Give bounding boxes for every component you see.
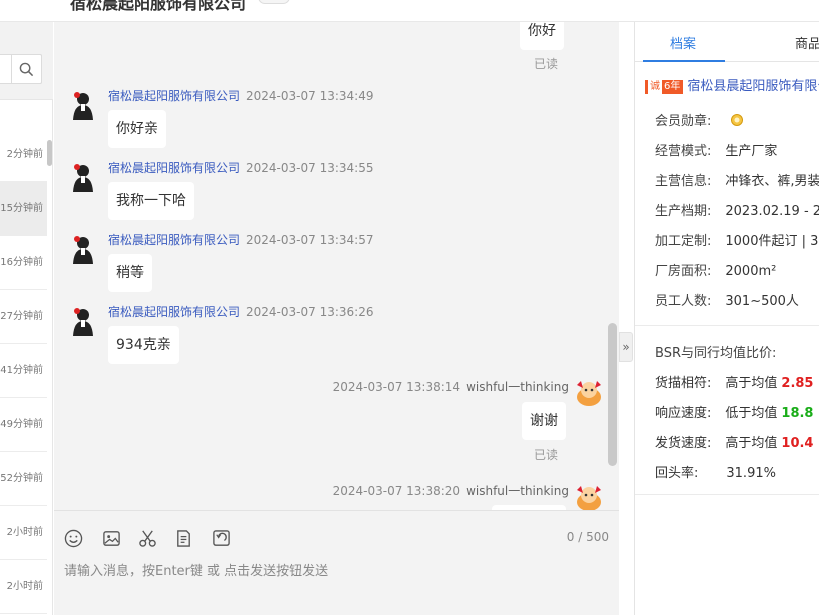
tab-profile[interactable]: 档案 (670, 33, 696, 52)
title-bar: 宿松晨起阳服饰有限公司 (0, 0, 819, 22)
info-row: 员工人数: 301~500人 (655, 294, 799, 309)
list-item[interactable]: 41分钟前 (0, 344, 47, 398)
order-button[interactable] (172, 527, 194, 549)
message-bubble: 稍等 (108, 254, 152, 292)
message-sender: 2024-03-07 13:38:20 wishful一thinking (332, 484, 569, 498)
read-status: 已读 (534, 57, 559, 71)
avatar (73, 308, 93, 336)
active-tab-indicator (643, 60, 725, 62)
message-input-area: 0 / 500 请输入消息，按Enter键 或 点击发送按钮发送 (54, 510, 619, 615)
conversation-sidebar: 2分钟前 15分钟前 16分钟前 27分钟前 41分钟前 49分钟前 52分钟前… (0, 22, 53, 615)
conversation-time: 2小时前 (6, 581, 43, 592)
shop-header: 诚6年宿松县晨起阳服饰有限公司 (645, 75, 819, 94)
info-row: 经营模式: 生产厂家 (655, 144, 778, 159)
list-item[interactable]: 2小时前 (0, 506, 47, 560)
info-row: 生产档期: 2023.02.19 - 2 (655, 204, 819, 219)
bsr-row: 回头率: 31.91% (655, 466, 776, 481)
message-sender: 宿松晨起阳服饰有限公司 2024-03-07 13:34:57 (108, 233, 374, 247)
info-row: 加工定制: 1000件起订 | 3 (655, 234, 819, 249)
divider (635, 494, 819, 495)
info-row: 厂房面积: 2000m² (655, 264, 777, 279)
chat-scrollbar[interactable] (608, 323, 617, 466)
screenshot-button[interactable] (136, 527, 158, 549)
medal-icon (730, 114, 744, 129)
avatar (577, 381, 601, 406)
title-badge[interactable] (258, 0, 290, 4)
list-item[interactable]: 49分钟前 (0, 398, 47, 452)
read-status: 已读 (534, 448, 559, 462)
conversation-time: 15分钟前 (0, 203, 43, 214)
message-area: 你好 已读 宿松晨起阳服饰有限公司 2024-03-07 13:34:49 你好亲… (54, 22, 619, 510)
chat-panel: 你好 已读 宿松晨起阳服饰有限公司 2024-03-07 13:34:49 你好亲… (54, 22, 619, 615)
char-counter: 0 / 500 (566, 530, 609, 544)
message-bubble: 你好亲 (108, 110, 166, 148)
collapse-panel-button[interactable]: » (619, 332, 633, 362)
recall-icon (212, 529, 230, 546)
search-row (0, 22, 53, 100)
list-item[interactable]: 16分钟前 (0, 236, 47, 290)
message-bubble: 我称一下哈 (108, 182, 194, 220)
bsr-row: 货描相符: 高于均值 2.85 (655, 376, 814, 391)
avatar (73, 92, 93, 120)
conversation-time: 16分钟前 (0, 257, 43, 268)
avatar (73, 164, 93, 192)
order-icon (176, 529, 190, 547)
conversation-time: 2小时前 (6, 527, 43, 538)
sidebar-scrollbar[interactable] (47, 140, 52, 166)
divider (635, 325, 819, 326)
emoji-button[interactable] (62, 527, 84, 549)
profile-tabs: 档案 商品 (635, 22, 819, 62)
avatar (73, 236, 93, 264)
list-item[interactable]: 15分钟前 (0, 182, 47, 236)
shop-name[interactable]: 宿松县晨起阳服饰有限公司 (687, 79, 819, 94)
message-sender: 2024-03-07 13:38:14 wishful一thinking (332, 380, 569, 394)
info-member-medal: 会员勋章: (655, 110, 744, 129)
bsr-row: 发货速度: 高于均值 10.4 (655, 436, 814, 451)
avatar (577, 486, 601, 510)
bsr-title: BSR与同行均值比价: (655, 346, 777, 361)
emoji-icon (64, 529, 82, 547)
search-icon (19, 62, 34, 76)
list-item[interactable]: 2分钟前 (0, 128, 47, 182)
message-bubble: 934克亲 (108, 326, 179, 364)
shop-profile-panel: 档案 商品 诚6年宿松县晨起阳服饰有限公司 会员勋章: 经营模式:生产厂家 主营… (634, 22, 819, 615)
years-badge: 诚 6年 (645, 80, 684, 94)
scissors-icon (138, 530, 156, 547)
list-item[interactable]: 27分钟前 (0, 290, 47, 344)
chevron-double-right-icon: » (622, 340, 630, 354)
message-bubble: 你好 (520, 22, 564, 50)
image-button[interactable] (100, 527, 122, 549)
conversation-time: 49分钟前 (0, 419, 43, 430)
message-sender: 宿松晨起阳服饰有限公司 2024-03-07 13:34:49 (108, 89, 374, 103)
tab-products[interactable]: 商品 (795, 33, 819, 52)
message-bubble: 谢谢 (522, 402, 566, 440)
conversation-time: 41分钟前 (0, 365, 43, 376)
conversation-time: 2分钟前 (6, 149, 43, 160)
message-sender: 宿松晨起阳服饰有限公司 2024-03-07 13:36:26 (108, 305, 374, 319)
search-button[interactable] (11, 54, 42, 84)
message-sender: 宿松晨起阳服饰有限公司 2024-03-07 13:34:55 (108, 161, 374, 175)
chat-window: 宿松晨起阳服饰有限公司 2分钟前 15分钟前 16分钟前 27分钟前 41分钟前… (0, 0, 819, 615)
list-item[interactable]: 52分钟前 (0, 452, 47, 506)
conversation-list: 2分钟前 15分钟前 16分钟前 27分钟前 41分钟前 49分钟前 52分钟前… (0, 128, 53, 614)
list-item[interactable]: 2小时前 (0, 560, 47, 614)
info-row: 主营信息: 冲锋衣、裤,男装 (655, 174, 819, 189)
conversation-time: 27分钟前 (0, 311, 43, 322)
page-title: 宿松晨起阳服饰有限公司 (70, 0, 247, 13)
recall-button[interactable] (210, 527, 232, 549)
image-icon (102, 530, 120, 546)
bsr-row: 响应速度: 低于均值 18.8 (655, 406, 814, 421)
message-input[interactable]: 请输入消息，按Enter键 或 点击发送按钮发送 (64, 560, 328, 579)
conversation-time: 52分钟前 (0, 473, 43, 484)
